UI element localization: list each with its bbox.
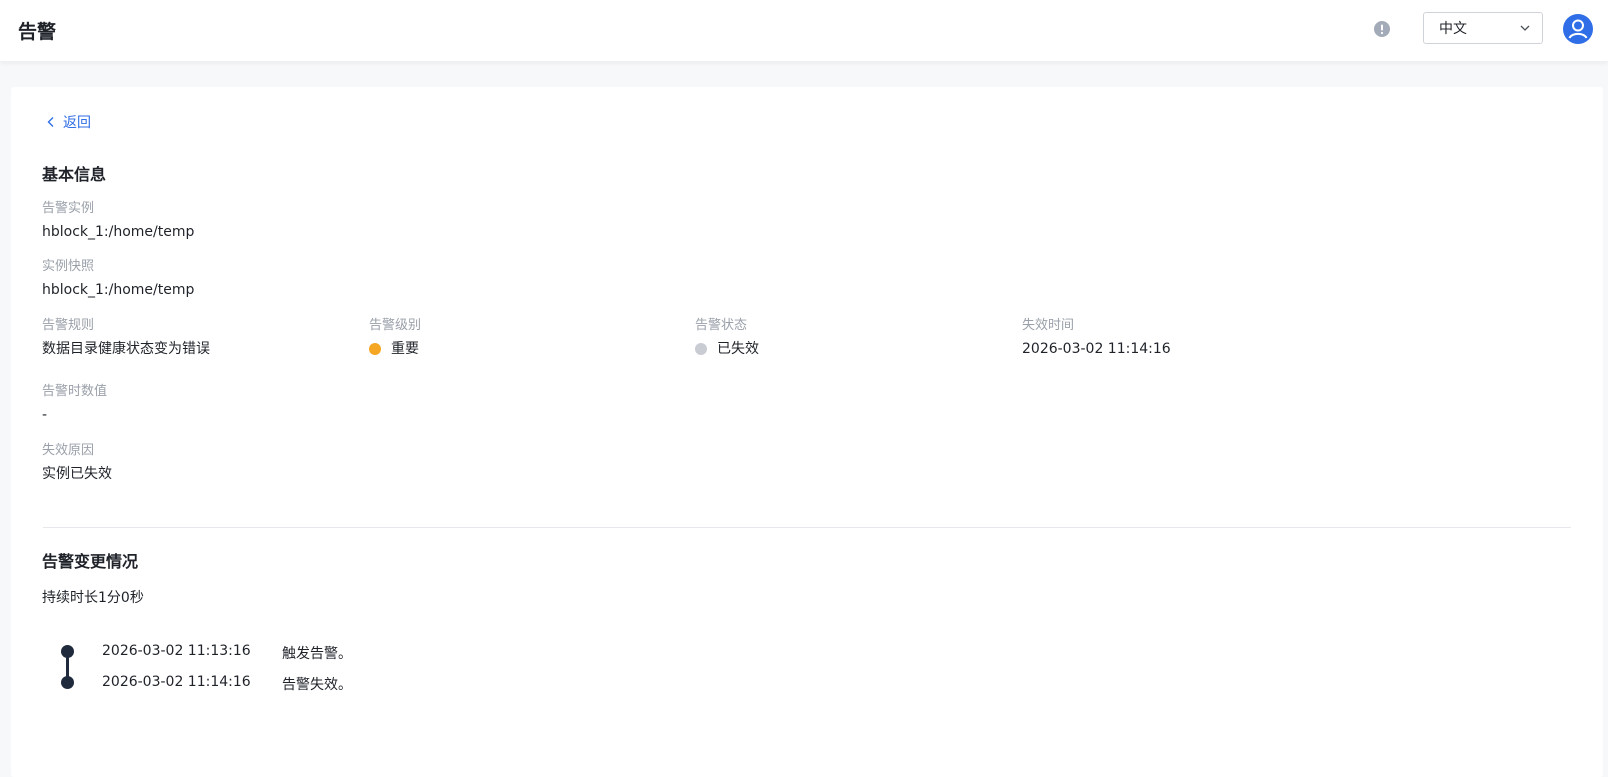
field-instance-snapshot: 实例快照 hblock_1:/home/temp bbox=[42, 258, 194, 300]
detail-card: 返回 基本信息 告警实例 hblock_1:/home/temp 实例快照 hb… bbox=[11, 87, 1603, 777]
timeline-time: 2026-03-02 11:13:16 bbox=[102, 643, 251, 659]
status-dot-icon bbox=[695, 343, 707, 355]
field-label: 失效时间 bbox=[1022, 318, 1075, 333]
alarm-timeline: 2026-03-02 11:13:16 触发告警。 2026-03-02 11:… bbox=[60, 643, 460, 693]
field-value: hblock_1:/home/temp bbox=[42, 282, 195, 298]
chevron-down-icon bbox=[1520, 25, 1530, 31]
field-alarm-status: 告警状态 已失效 bbox=[695, 317, 759, 359]
field-expire-reason: 失效原因 实例已失效 bbox=[42, 442, 112, 484]
top-bar: 告警 中文 bbox=[0, 0, 1608, 62]
field-alarm-instance: 告警实例 hblock_1:/home/temp bbox=[42, 200, 194, 242]
level-dot-icon bbox=[369, 343, 381, 355]
alarm-changes-title: 告警变更情况 bbox=[42, 552, 139, 571]
language-select-value: 中文 bbox=[1439, 21, 1467, 37]
field-alarm-level: 告警级别 重要 bbox=[369, 317, 421, 359]
field-alarm-rule: 告警规则 数据目录健康状态变为错误 bbox=[42, 317, 210, 359]
field-label: 告警规则 bbox=[42, 318, 95, 333]
timeline-time: 2026-03-02 11:14:16 bbox=[102, 674, 251, 690]
field-label: 告警状态 bbox=[695, 318, 748, 333]
duration-text: 持续时长1分0秒 bbox=[42, 590, 144, 606]
field-value: 已失效 bbox=[695, 339, 759, 359]
user-avatar-icon[interactable] bbox=[1563, 14, 1593, 44]
basic-info-title: 基本信息 bbox=[42, 165, 107, 184]
back-link[interactable]: 返回 bbox=[45, 112, 91, 132]
field-alarm-value: 告警时数值 - bbox=[42, 383, 107, 425]
field-expire-time: 失效时间 2026-03-02 11:14:16 bbox=[1022, 317, 1171, 359]
timeline-event: 告警失效。 bbox=[282, 677, 352, 693]
section-divider bbox=[43, 527, 1571, 528]
field-label: 告警时数值 bbox=[42, 384, 108, 399]
field-label: 失效原因 bbox=[42, 443, 95, 458]
timeline-event: 触发告警。 bbox=[282, 646, 352, 662]
language-select[interactable]: 中文 bbox=[1423, 12, 1543, 44]
field-value: 数据目录健康状态变为错误 bbox=[42, 341, 210, 357]
field-label: 告警级别 bbox=[369, 318, 422, 333]
field-value: 实例已失效 bbox=[42, 466, 112, 482]
field-label: 实例快照 bbox=[42, 259, 95, 274]
timeline-dot-icon bbox=[61, 645, 74, 658]
chevron-left-icon bbox=[47, 117, 54, 127]
field-value: hblock_1:/home/temp bbox=[42, 224, 195, 240]
field-value: 重要 bbox=[369, 339, 421, 359]
field-label: 告警实例 bbox=[42, 201, 95, 216]
timeline-dot-icon bbox=[61, 676, 74, 689]
level-value: 重要 bbox=[391, 341, 419, 357]
field-value: - bbox=[42, 407, 48, 423]
status-value: 已失效 bbox=[717, 341, 759, 357]
info-icon[interactable] bbox=[1374, 21, 1390, 37]
back-link-label: 返回 bbox=[63, 115, 91, 131]
page-title: 告警 bbox=[18, 21, 57, 43]
field-value: 2026-03-02 11:14:16 bbox=[1022, 341, 1171, 357]
